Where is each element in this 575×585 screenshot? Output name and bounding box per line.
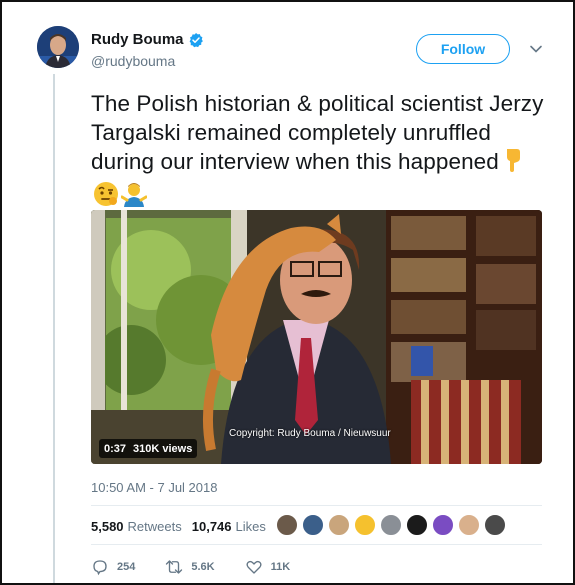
likes-label: Likes xyxy=(235,519,266,534)
reply-button[interactable]: 254 xyxy=(91,558,135,576)
author-row[interactable]: Rudy Bouma xyxy=(91,31,204,48)
likes-count: 10,746 xyxy=(191,519,232,534)
raised-eyebrow-face-icon xyxy=(93,181,119,215)
video-copyright-text: Copyright: Rudy Bouma / Nieuwsuur xyxy=(229,428,391,439)
engagement-stats: 5,580 Retweets 10,746 Likes xyxy=(91,519,276,534)
avatar[interactable] xyxy=(37,26,79,68)
reply-icon xyxy=(93,560,107,576)
video-info-badge: 0:37 310K views xyxy=(99,439,198,458)
liker-avatar[interactable] xyxy=(302,514,324,536)
liker-avatar[interactable] xyxy=(458,514,480,536)
verified-badge-icon xyxy=(189,32,203,47)
retweets-label: Retweets xyxy=(127,519,182,534)
liker-avatars xyxy=(276,514,510,536)
man-shrugging-icon xyxy=(120,181,148,215)
liker-avatar[interactable] xyxy=(276,514,298,536)
liker-avatar[interactable] xyxy=(380,514,402,536)
tweet-body: The Polish historian & political scienti… xyxy=(91,91,544,174)
heart-icon xyxy=(246,560,262,574)
tweet-text: The Polish historian & political scienti… xyxy=(91,90,551,214)
author-handle[interactable]: @rudybouma xyxy=(91,53,175,69)
retweet-count: 5.6K xyxy=(191,561,215,573)
divider xyxy=(91,505,542,506)
chevron-down-icon[interactable] xyxy=(529,42,543,56)
liker-avatar[interactable] xyxy=(328,514,350,536)
pointing-down-icon xyxy=(501,147,525,181)
liker-avatar[interactable] xyxy=(354,514,376,536)
liker-avatar[interactable] xyxy=(432,514,454,536)
like-count: 11K xyxy=(270,561,291,573)
follow-button[interactable]: Follow xyxy=(416,34,510,64)
retweet-icon xyxy=(166,560,183,574)
tweet-card: Rudy Bouma @rudybouma Follow The Polish … xyxy=(0,0,575,585)
video-player[interactable]: Copyright: Rudy Bouma / Nieuwsuur 0:37 3… xyxy=(91,210,542,464)
liker-avatar[interactable] xyxy=(484,514,506,536)
like-button[interactable]: 11K xyxy=(245,558,291,576)
likes-stat[interactable]: 10,746 Likes xyxy=(192,519,266,534)
tweet-timestamp[interactable]: 10:50 AM - 7 Jul 2018 xyxy=(91,480,217,495)
thread-line xyxy=(53,74,55,583)
reply-count: 254 xyxy=(117,561,136,573)
video-thumbnail xyxy=(91,210,542,464)
liker-avatar[interactable] xyxy=(406,514,428,536)
tweet-actions: 254 5.6K 11K xyxy=(91,558,320,576)
video-duration: 0:37 xyxy=(104,442,127,455)
divider xyxy=(91,544,542,545)
retweets-count: 5,580 xyxy=(91,519,124,534)
retweets-stat[interactable]: 5,580 Retweets xyxy=(91,519,182,534)
video-views: 310K views xyxy=(133,442,193,455)
author-name[interactable]: Rudy Bouma xyxy=(91,31,184,48)
retweet-button[interactable]: 5.6K xyxy=(165,558,215,576)
